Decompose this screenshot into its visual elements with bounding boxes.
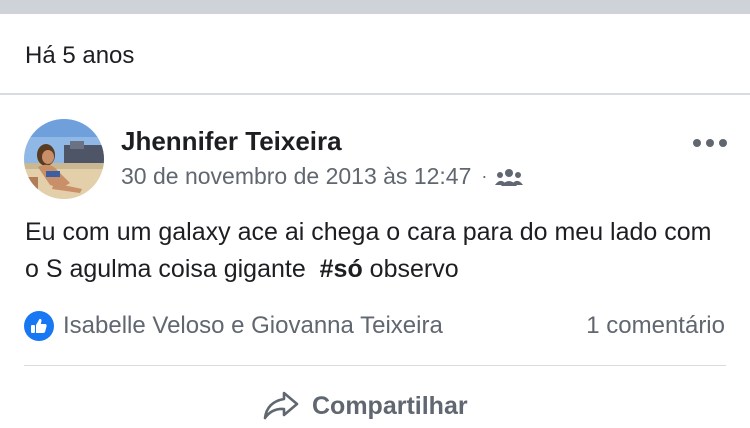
post-text: Eu com um galaxy ace ai chega o cara par… (25, 214, 725, 288)
friends-icon[interactable] (495, 167, 524, 187)
memory-header: Há 5 anos (0, 14, 750, 94)
meta-separator: · (481, 166, 488, 186)
action-divider (24, 365, 726, 366)
avatar[interactable] (24, 119, 104, 199)
more-horizontal-icon (719, 139, 727, 147)
header-divider (0, 93, 750, 95)
post-timestamp[interactable]: 30 de novembro de 2013 às 12:47 (121, 163, 471, 190)
share-arrow-icon (262, 390, 300, 422)
like-icon (24, 311, 54, 341)
memory-title: Há 5 anos (25, 42, 135, 69)
post-text-tail: observo (362, 255, 459, 283)
share-label: Compartilhar (312, 391, 468, 420)
author-name[interactable]: Jhennifer Teixeira (121, 126, 342, 157)
hashtag-link[interactable]: #só (320, 255, 363, 283)
reactors-names: Isabelle Veloso e Giovanna Teixeira (63, 312, 443, 339)
more-horizontal-icon (693, 139, 701, 147)
more-options-button[interactable] (691, 132, 729, 154)
post-meta: 30 de novembro de 2013 às 12:47 · (121, 163, 524, 190)
top-strip (0, 0, 750, 14)
share-button[interactable]: Compartilhar (262, 386, 468, 426)
reactions-summary[interactable]: Isabelle Veloso e Giovanna Teixeira (24, 309, 443, 343)
comment-count[interactable]: 1 comentário (586, 312, 725, 340)
avatar-photo (24, 119, 104, 199)
more-horizontal-icon (706, 139, 714, 147)
